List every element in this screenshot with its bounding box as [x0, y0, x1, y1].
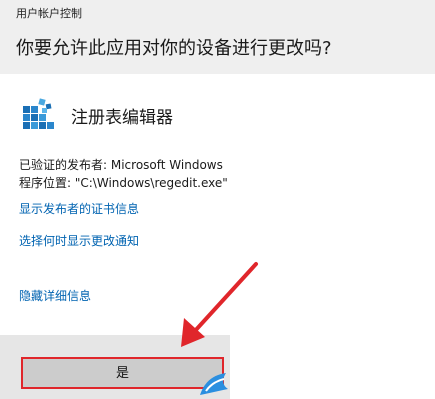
show-certificate-link[interactable]: 显示发布者的证书信息	[19, 200, 139, 217]
dialog-header: 用户帐户控制 你要允许此应用对你的设备进行更改吗?	[0, 0, 435, 74]
yes-button[interactable]: 是	[21, 357, 224, 389]
app-name: 注册表编辑器	[71, 108, 173, 128]
footer-blank-area	[230, 335, 435, 399]
program-location-line: 程序位置: "C:\Windows\regedit.exe"	[19, 176, 228, 190]
uac-dialog: 用户帐户控制 你要允许此应用对你的设备进行更改吗? 注册表编辑器 已验证的发布者…	[0, 0, 435, 399]
bird-logo-icon	[200, 373, 228, 395]
publisher-line: 已验证的发布者: Microsoft Windows	[19, 158, 223, 172]
permission-question: 你要允许此应用对你的设备进行更改吗?	[16, 38, 332, 59]
yes-button-label: 是	[115, 365, 129, 381]
hide-details-link[interactable]: 隐藏详细信息	[19, 287, 91, 304]
change-notification-link[interactable]: 选择何时显示更改通知	[19, 232, 139, 249]
regedit-cubes-icon	[23, 98, 54, 129]
window-title: 用户帐户控制	[16, 7, 82, 20]
